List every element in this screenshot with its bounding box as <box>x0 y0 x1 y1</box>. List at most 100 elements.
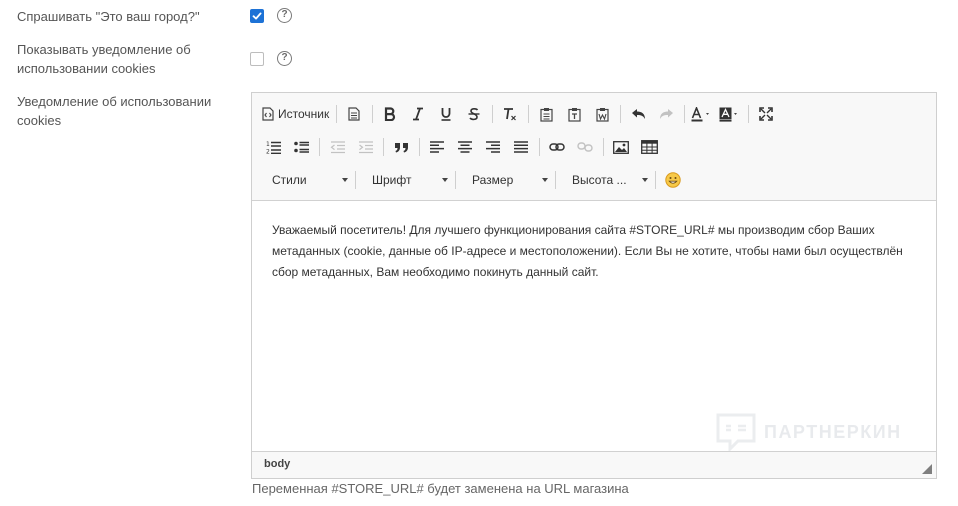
paste-button[interactable] <box>535 103 557 125</box>
underline-button[interactable] <box>435 103 457 125</box>
bulleted-list-icon <box>293 141 309 153</box>
source-button-label: Источник <box>278 107 330 121</box>
align-right-icon <box>486 141 500 153</box>
numbered-list-icon: 12 <box>266 141 281 155</box>
toolbar-separator <box>419 138 420 156</box>
remove-format-button[interactable] <box>499 103 521 125</box>
align-right-button[interactable] <box>482 136 504 158</box>
text-color-icon <box>691 106 710 121</box>
bold-icon <box>385 107 396 121</box>
toolbar-row-3: Стили Шрифт Размер Высота ... <box>262 168 690 192</box>
toolbar-separator <box>684 105 686 123</box>
toolbar-separator <box>748 105 750 123</box>
blockquote-button[interactable] <box>390 136 412 158</box>
maximize-button[interactable] <box>755 103 777 125</box>
text-color-button[interactable] <box>691 103 713 125</box>
watermark-text: ПАРТНЕРКИН <box>764 421 902 442</box>
increase-indent-button[interactable] <box>354 136 376 158</box>
svg-text:2: 2 <box>266 149 270 155</box>
font-dropdown-label: Шрифт <box>372 173 412 187</box>
toolbar-separator <box>603 138 604 156</box>
image-icon <box>613 140 629 154</box>
undo-button[interactable] <box>627 103 649 125</box>
strikethrough-icon <box>468 108 480 121</box>
toolbar-separator <box>336 105 338 123</box>
watermark: ПАРТНЕРКИН <box>716 413 902 451</box>
chevron-down-icon <box>542 178 548 182</box>
align-left-icon <box>430 141 444 153</box>
toolbar-separator <box>319 138 320 156</box>
paste-text-icon <box>568 107 581 122</box>
new-document-button[interactable] <box>343 103 365 125</box>
editor-toolbar: Источник 1 2 Стили Шрифт Размер Высота .… <box>252 93 936 201</box>
size-dropdown[interactable]: Размер <box>462 169 554 191</box>
ask-city-help-icon[interactable]: ? <box>277 8 292 23</box>
align-left-button[interactable] <box>426 136 448 158</box>
resize-handle-icon[interactable] <box>922 464 932 474</box>
show-cookies-label: Показывать уведомление об использовании … <box>17 42 191 76</box>
background-color-button[interactable] <box>719 103 741 125</box>
strikethrough-button[interactable] <box>463 103 485 125</box>
decrease-indent-button[interactable] <box>326 136 348 158</box>
ask-city-checkbox[interactable] <box>250 9 264 23</box>
justify-button[interactable] <box>510 136 532 158</box>
line-height-dropdown[interactable]: Высота ... <box>562 169 654 191</box>
svg-text:1: 1 <box>266 141 270 148</box>
chevron-down-icon <box>442 178 448 182</box>
chevron-down-icon <box>642 178 648 182</box>
table-button[interactable] <box>638 136 660 158</box>
paste-text-button[interactable] <box>563 103 585 125</box>
link-icon <box>549 143 565 151</box>
paste-icon <box>540 107 553 122</box>
toolbar-separator <box>372 105 374 123</box>
unlink-icon <box>577 142 593 152</box>
align-center-icon <box>458 141 472 153</box>
chat-bubble-icon <box>716 413 756 451</box>
image-button[interactable] <box>610 136 632 158</box>
toolbar-separator <box>455 171 456 189</box>
chevron-down-icon <box>342 178 348 182</box>
show-cookies-checkbox[interactable] <box>250 52 264 66</box>
decrease-indent-icon <box>330 140 345 153</box>
toolbar-row-1: Источник <box>262 102 783 126</box>
document-icon <box>348 107 360 121</box>
styles-dropdown-label: Стили <box>272 173 307 187</box>
link-button[interactable] <box>546 136 568 158</box>
align-center-button[interactable] <box>454 136 476 158</box>
unlink-button[interactable] <box>574 136 596 158</box>
blockquote-icon <box>394 142 408 152</box>
bulleted-list-button[interactable] <box>290 136 312 158</box>
size-dropdown-label: Размер <box>472 173 514 187</box>
toolbar-separator <box>492 105 494 123</box>
editor-statusbar: body <box>252 451 936 478</box>
table-icon <box>640 140 658 154</box>
element-path[interactable]: body <box>264 458 290 470</box>
font-dropdown[interactable]: Шрифт <box>362 169 454 191</box>
editor-content-area[interactable]: Уважаемый посетитель! Для лучшего функци… <box>272 220 912 283</box>
styles-dropdown[interactable]: Стили <box>262 169 354 191</box>
show-cookies-help-icon[interactable]: ? <box>277 51 292 66</box>
toolbar-separator <box>655 171 656 189</box>
toolbar-row-2: 12 <box>262 135 666 159</box>
increase-indent-icon <box>358 140 373 153</box>
line-height-dropdown-label: Высота ... <box>572 173 627 187</box>
maximize-icon <box>759 107 774 121</box>
numbered-list-button[interactable]: 12 <box>262 136 284 158</box>
redo-icon <box>659 109 673 119</box>
toolbar-separator <box>539 138 540 156</box>
italic-button[interactable] <box>407 103 429 125</box>
toolbar-separator <box>620 105 622 123</box>
emoji-button[interactable] <box>662 169 684 191</box>
source-button[interactable]: Источник <box>262 103 329 125</box>
bold-button[interactable] <box>379 103 401 125</box>
toolbar-separator <box>555 171 556 189</box>
paste-word-button[interactable] <box>591 103 613 125</box>
justify-icon <box>514 141 528 153</box>
store-url-hint: Переменная #STORE_URL# будет заменена на… <box>252 481 629 496</box>
redo-button[interactable] <box>655 103 677 125</box>
checkmark-icon <box>252 12 262 20</box>
toolbar-separator <box>355 171 356 189</box>
remove-format-icon <box>504 108 517 121</box>
toolbar-separator <box>528 105 530 123</box>
cookie-notice-label: Уведомление об использовании cookies <box>17 94 212 128</box>
